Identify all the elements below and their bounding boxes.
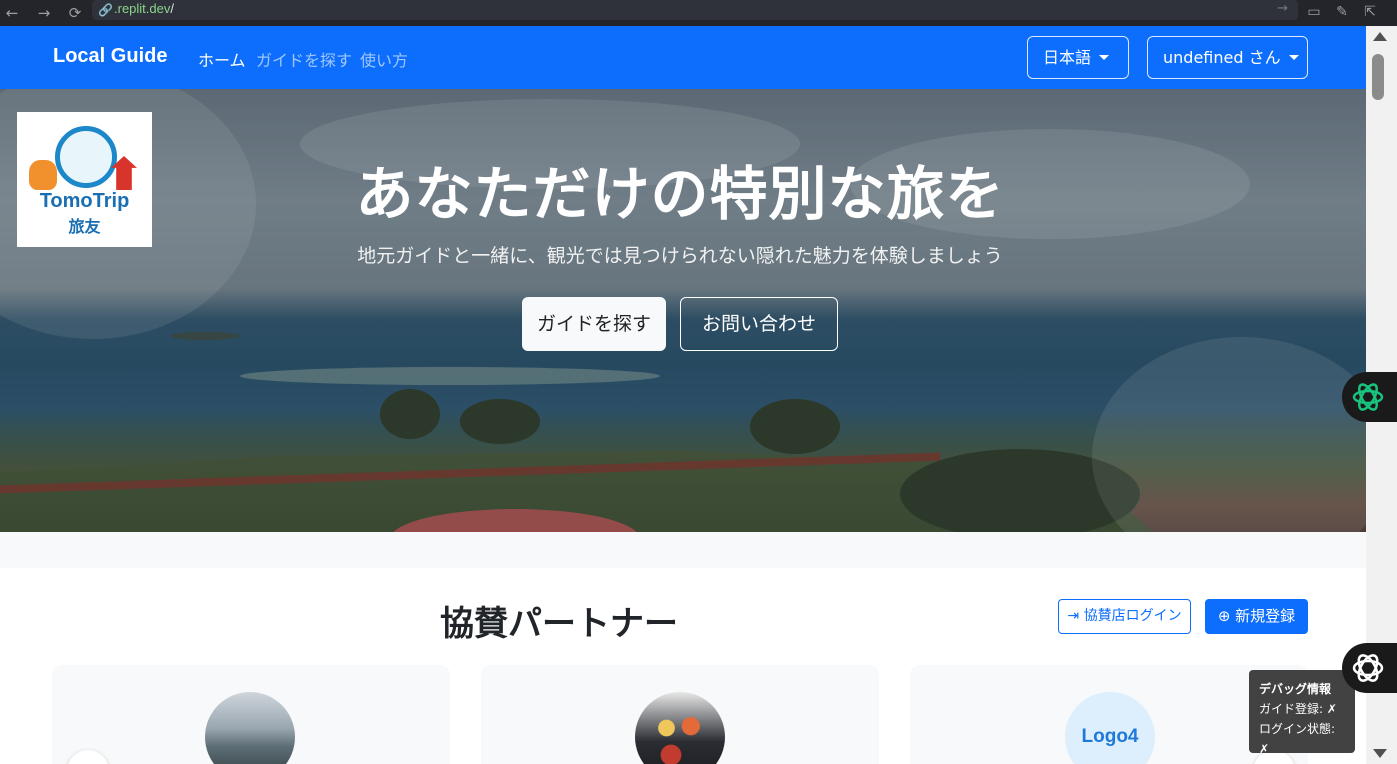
partner-logo: Logo4 xyxy=(1065,692,1155,764)
debug-guide-status: ガイド登録: ✗ xyxy=(1259,702,1337,716)
contact-button[interactable]: お問い合わせ xyxy=(680,297,838,351)
hero-title: あなただけの特別な旅を xyxy=(355,160,1005,228)
nav-how-to[interactable]: 使い方 xyxy=(360,47,408,71)
browser-toolbar: ← → ⟳ 🔗 .replit.dev/ → ▭ ✎ ⇱ xyxy=(0,0,1397,26)
chatgpt-extension-button[interactable] xyxy=(1342,372,1397,422)
language-label: 日本語 xyxy=(1043,48,1092,67)
partners-title: 協賛パートナー xyxy=(440,604,678,644)
debug-title: デバッグ情報 xyxy=(1259,682,1332,696)
openai-icon xyxy=(1352,383,1384,411)
monitor-icon[interactable]: ▭ xyxy=(1305,3,1323,21)
partner-card[interactable] xyxy=(481,665,879,764)
chevron-down-icon xyxy=(1099,55,1110,60)
plus-circle-icon: ⊕ xyxy=(1217,607,1231,625)
url-text: .replit.dev/ xyxy=(114,1,174,16)
section-divider xyxy=(0,532,1366,568)
partner-photo xyxy=(205,692,295,764)
language-dropdown[interactable]: 日本語 xyxy=(1027,36,1129,79)
find-guide-button[interactable]: ガイドを探す xyxy=(522,297,666,351)
partner-login-button[interactable]: ⇥ 協賛店ログイン xyxy=(1058,599,1191,634)
scroll-up-icon[interactable] xyxy=(1373,32,1387,41)
wrench-icon[interactable]: ✎ xyxy=(1333,3,1351,21)
partner-register-label: 新規登録 xyxy=(1235,607,1296,625)
back-icon[interactable]: ← xyxy=(2,3,22,23)
reload-icon[interactable]: ⟳ xyxy=(65,3,85,23)
assistant-extension-button[interactable] xyxy=(1342,643,1397,693)
user-dropdown[interactable]: undefined さん xyxy=(1147,36,1308,79)
partner-card[interactable] xyxy=(52,665,450,764)
hero-subtitle: 地元ガイドと一緒に、観光では見つけられない隠れた魅力を体験しましょう xyxy=(357,245,1003,267)
partner-login-label: 協賛店ログイン xyxy=(1083,608,1182,624)
external-link-icon[interactable]: ⇱ xyxy=(1361,3,1379,21)
page-viewport: Local Guide ホーム ガイドを探す 使い方 日本語 undefined… xyxy=(0,26,1366,764)
partner-register-button[interactable]: ⊕ 新規登録 xyxy=(1205,599,1308,634)
partner-photo xyxy=(635,692,725,764)
login-icon: ⇥ xyxy=(1067,608,1080,624)
address-bar[interactable]: 🔗 .replit.dev/ → xyxy=(92,0,1298,20)
brand-logo[interactable]: Local Guide xyxy=(53,45,167,68)
arrow-right-icon[interactable]: → xyxy=(1277,1,1288,16)
nav-find-guide[interactable]: ガイドを探す xyxy=(256,47,352,71)
debug-panel: デバッグ情報 ガイド登録: ✗ ログイン状態: ✗ xyxy=(1249,670,1355,756)
hero-section: TomoTrip 旅友 あなただけの特別な旅を 地元ガイドと一緒に、観光では見つ… xyxy=(0,89,1366,532)
scroll-down-icon[interactable] xyxy=(1373,749,1387,758)
top-navbar: Local Guide ホーム ガイドを探す 使い方 日本語 undefined… xyxy=(0,26,1366,89)
forward-icon[interactable]: → xyxy=(34,3,54,23)
chevron-down-icon xyxy=(1288,55,1299,60)
assistant-icon xyxy=(1352,654,1384,682)
debug-login-status: ログイン状態: ✗ xyxy=(1259,722,1336,756)
link-icon: 🔗 xyxy=(98,3,113,17)
scroll-thumb[interactable] xyxy=(1372,54,1384,100)
nav-home[interactable]: ホーム xyxy=(198,47,246,71)
user-label: undefined さん xyxy=(1163,48,1281,67)
